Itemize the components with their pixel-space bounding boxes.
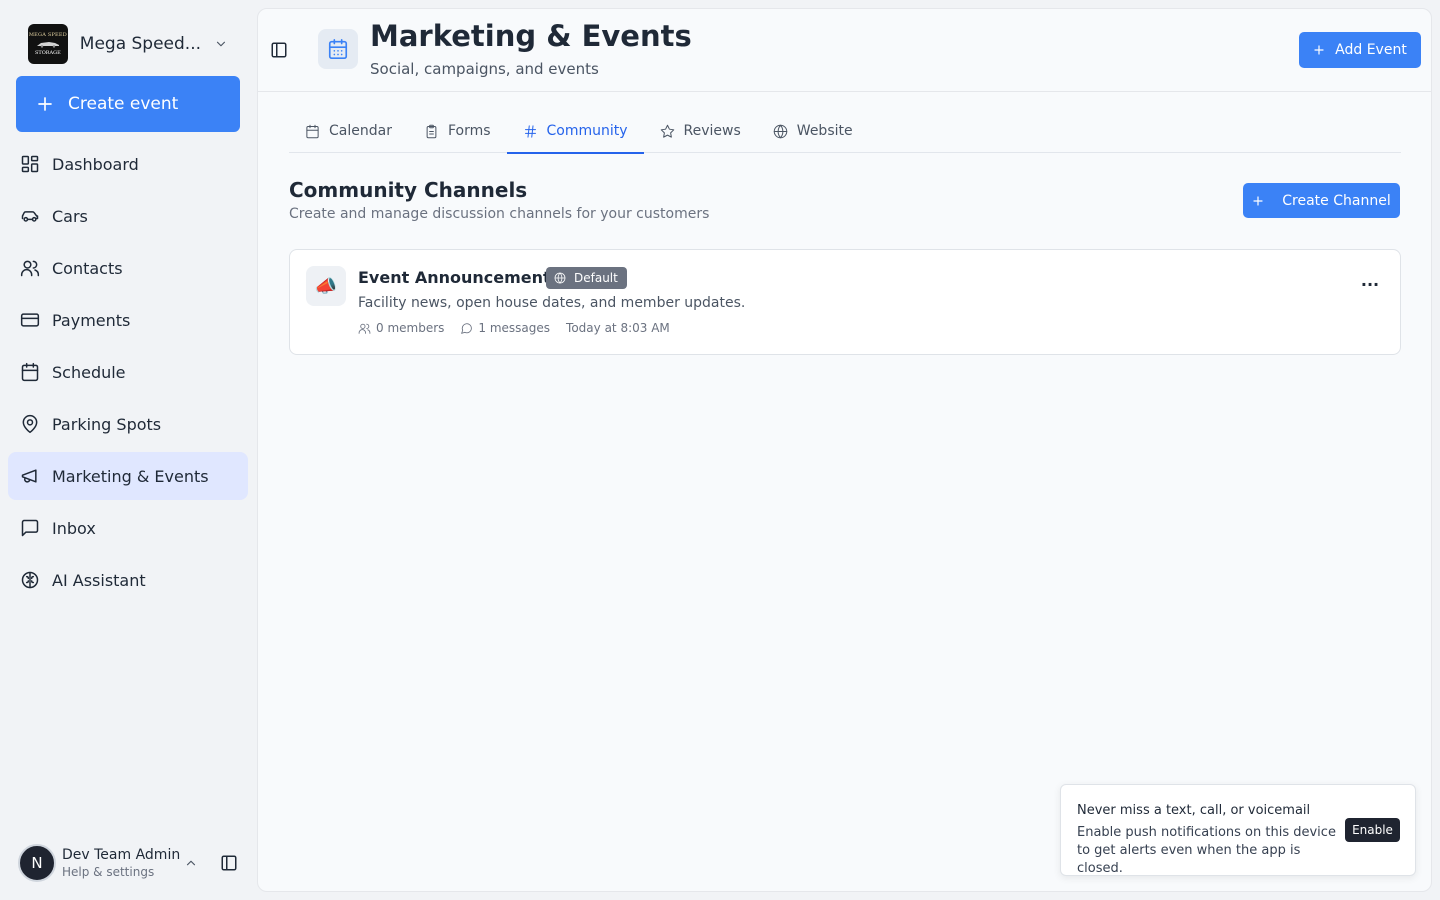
user-info: Dev Team Admin Help & settings (62, 847, 180, 879)
create-event-label: Create event (68, 94, 179, 114)
sidebar-item-label: Schedule (52, 362, 126, 382)
tab-community[interactable]: Community (506, 109, 644, 154)
toast-body: Enable push notifications on this device… (1077, 825, 1336, 876)
sidebar-nav: Dashboard Cars Contacts Payments Schedul… (8, 140, 248, 608)
tab-forms[interactable]: Forms (408, 109, 507, 153)
brain-icon (21, 571, 39, 589)
tab-bar: Calendar Forms Community Reviews Website (289, 109, 1401, 154)
calendar-icon (306, 124, 319, 138)
hash-icon (524, 124, 536, 138)
calendar-icon (21, 362, 39, 382)
tab-label: Calendar (329, 123, 392, 139)
org-logo: MEGA SPEED STORAGE (28, 24, 68, 64)
globe-icon (773, 124, 788, 138)
message-square-icon (21, 519, 39, 537)
org-logo-text-bottom: STORAGE (34, 50, 61, 56)
sidebar-item-label: AI Assistant (52, 570, 146, 590)
create-channel-label: Create Channel (1282, 192, 1391, 209)
tab-reviews[interactable]: Reviews (644, 109, 757, 153)
toast-title: Never miss a text, call, or voicemail (1077, 803, 1311, 818)
add-event-button[interactable]: Add Event (1299, 32, 1421, 68)
sidebar-item-label: Parking Spots (52, 414, 162, 434)
sidebar-item-dashboard[interactable]: Dashboard (8, 140, 248, 188)
megaphone-icon (21, 469, 37, 483)
sidebar-item-marketing-events[interactable]: Marketing & Events (8, 452, 248, 500)
map-pin-icon (22, 414, 38, 434)
calendar-icon (328, 39, 348, 59)
create-channel-button[interactable]: Create Channel (1243, 183, 1400, 218)
members-label: 0 members (376, 321, 445, 335)
users-icon (358, 323, 371, 334)
org-name: Mega Speed... (79, 34, 202, 54)
sidebar-item-ai-assistant[interactable]: AI Assistant (8, 556, 248, 604)
user-name: Dev Team Admin (62, 847, 181, 863)
sidebar-item-cars[interactable]: Cars (8, 192, 248, 240)
contacts-icon (20, 260, 40, 277)
channel-emoji-icon: 📣 (306, 266, 346, 306)
car-logo-icon (36, 42, 59, 48)
push-notification-toast: Never miss a text, call, or voicemail En… (1060, 784, 1416, 876)
badge-label: Default (574, 271, 618, 285)
channel-meta: 0 members 1 messages Today at 8:03 AM (358, 321, 686, 335)
sidebar-item-label: Inbox (52, 518, 96, 538)
sidebar-item-schedule[interactable]: Schedule (8, 348, 248, 396)
sidebar-item-payments[interactable]: Payments (8, 296, 248, 344)
sidebar-item-label: Cars (52, 206, 88, 226)
sidebar: MEGA SPEED STORAGE Mega Speed... Create … (0, 0, 256, 900)
chevron-up-icon (186, 860, 196, 866)
sidebar-toggle-icon[interactable] (270, 41, 288, 59)
user-subtitle: Help & settings (62, 865, 155, 879)
sidebar-item-contacts[interactable]: Contacts (8, 244, 248, 292)
page-title: Marketing & Events (370, 19, 692, 53)
tab-label: Forms (447, 123, 491, 139)
messages-label: 1 messages (478, 321, 551, 335)
add-event-label: Add Event (1335, 42, 1407, 58)
panel-left-icon[interactable] (220, 854, 238, 872)
page-header: Marketing & Events Social, campaigns, an… (258, 9, 1431, 92)
plus-icon (38, 97, 52, 111)
timestamp: Today at 8:03 AM (566, 321, 670, 335)
sidebar-item-label: Contacts (52, 258, 123, 278)
page-subtitle: Social, campaigns, and events (370, 60, 599, 78)
section-subtitle: Create and manage discussion channels fo… (289, 206, 710, 222)
sidebar-item-inbox[interactable]: Inbox (8, 504, 248, 552)
last-activity: Today at 8:03 AM (566, 321, 670, 335)
channel-description: Facility news, open house dates, and mem… (358, 295, 746, 311)
user-menu[interactable]: N Dev Team Admin Help & settings (18, 842, 248, 884)
plus-icon (1314, 45, 1324, 55)
tab-label: Community (546, 123, 628, 139)
enable-notifications-button[interactable]: Enable (1345, 818, 1400, 842)
sidebar-item-label: Dashboard (52, 154, 139, 174)
page-icon (318, 29, 358, 69)
main-panel: Marketing & Events Social, campaigns, an… (257, 8, 1432, 892)
message-circle-icon (461, 322, 473, 334)
default-badge: Default (546, 267, 627, 289)
star-icon (660, 124, 674, 138)
channel-name: Event Announcements (358, 268, 561, 287)
car-icon (21, 211, 39, 222)
members-count: 0 members (358, 321, 444, 335)
org-logo-text-top: MEGA SPEED (28, 32, 67, 38)
tab-label: Website (796, 123, 853, 139)
dashboard-icon (21, 155, 39, 173)
avatar: N (18, 844, 56, 882)
sidebar-item-label: Marketing & Events (52, 466, 209, 486)
sidebar-item-parking-spots[interactable]: Parking Spots (8, 400, 248, 448)
channel-card[interactable]: 📣 Event Announcements Default Facility n… (289, 249, 1401, 355)
plus-icon (1253, 195, 1263, 206)
more-options-button[interactable]: ... (1360, 270, 1380, 290)
globe-icon (554, 272, 566, 284)
messages-count: 1 messages (460, 321, 550, 335)
tab-label: Reviews (683, 123, 741, 139)
tab-calendar[interactable]: Calendar (289, 109, 408, 153)
credit-card-icon (20, 313, 40, 327)
sidebar-item-label: Payments (52, 310, 131, 330)
section-title: Community Channels (289, 178, 528, 202)
create-event-button[interactable]: Create event (16, 76, 240, 132)
clipboard-icon (426, 124, 437, 138)
org-switcher[interactable]: MEGA SPEED STORAGE Mega Speed... (28, 24, 228, 64)
chevron-down-icon (216, 41, 226, 47)
tab-website[interactable]: Website (757, 109, 869, 153)
